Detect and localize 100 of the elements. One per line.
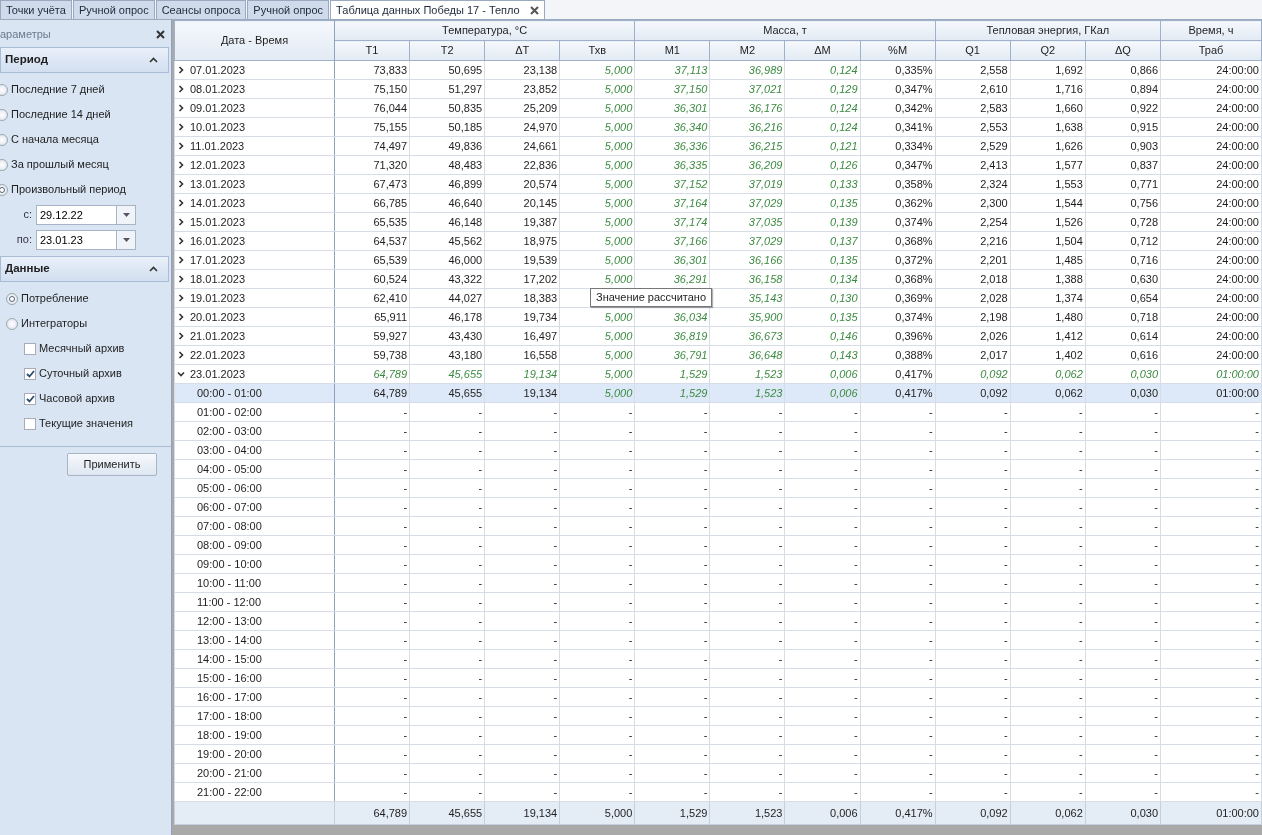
table-row[interactable]: 11:00 - 12:00 - - - - - - - - - - - - bbox=[174, 592, 1262, 612]
option-label[interactable]: Часовой архив bbox=[39, 390, 115, 407]
table-row[interactable]: 04:00 - 05:00 - - - - - - - - - - - - bbox=[174, 459, 1262, 479]
option-label[interactable]: Текущие значения bbox=[39, 415, 134, 432]
close-icon[interactable] bbox=[529, 5, 539, 15]
tab[interactable]: Таблица данных Победы 17 - Тепло bbox=[330, 0, 545, 19]
chevron-right-icon[interactable] bbox=[177, 66, 185, 74]
table-row[interactable]: 19:00 - 20:00 - - - - - - - - - - - - bbox=[174, 744, 1262, 764]
date-field[interactable]: 29.12.22 bbox=[36, 204, 116, 225]
table-row[interactable]: 13.01.2023 67,473 46,899 20,574 5,000 37,152 37,019 0,133 0,358% 2,324 1,553 0,771 24:00:00 bbox=[174, 174, 1262, 194]
table-row[interactable]: 06:00 - 07:00 - - - - - - - - - - - - bbox=[174, 497, 1262, 517]
radio-button[interactable] bbox=[6, 317, 18, 330]
option-label[interactable]: Последние 7 дней bbox=[11, 81, 105, 98]
table-row[interactable]: 15:00 - 16:00 - - - - - - - - - - - - bbox=[174, 668, 1262, 688]
table-row[interactable]: 11.01.2023 74,497 49,836 24,661 5,000 36,336 36,215 0,121 0,334% 2,529 1,626 0,903 24:00:00 bbox=[174, 136, 1262, 156]
chevron-right-icon[interactable] bbox=[177, 104, 185, 112]
table-row[interactable]: 18:00 - 19:00 - - - - - - - - - - - - bbox=[174, 725, 1262, 745]
chevron-right-icon[interactable] bbox=[177, 161, 185, 169]
table-cell: - bbox=[703, 633, 708, 646]
chevron-right-icon[interactable] bbox=[177, 256, 185, 264]
table-row[interactable]: 14:00 - 15:00 - - - - - - - - - - - - bbox=[174, 649, 1262, 669]
apply-button[interactable]: Применить bbox=[67, 453, 157, 476]
radio-button[interactable] bbox=[6, 292, 18, 305]
chevron-down-icon[interactable] bbox=[177, 370, 185, 378]
option-label[interactable]: За прошлый месяц bbox=[11, 156, 109, 173]
date-field[interactable]: 23.01.23 bbox=[36, 229, 116, 250]
table-cell: - bbox=[478, 766, 483, 779]
option-label[interactable]: Произвольный период bbox=[11, 181, 126, 198]
table-row[interactable]: 23.01.2023 64,789 45,655 19,134 5,000 1,529 1,523 0,006 0,417% 0,092 0,062 0,030 01:00:00 bbox=[174, 364, 1262, 384]
chevron-right-icon[interactable] bbox=[177, 218, 185, 226]
table-cell: - bbox=[853, 538, 858, 551]
table-row[interactable]: 07:00 - 08:00 - - - - - - - - - - - - bbox=[174, 516, 1262, 536]
table-row[interactable]: 10:00 - 11:00 - - - - - - - - - - - - bbox=[174, 573, 1262, 593]
section-header[interactable]: Период bbox=[0, 47, 169, 73]
radio-button[interactable] bbox=[0, 158, 8, 171]
table-row[interactable]: 14.01.2023 66,785 46,640 20,145 5,000 37,164 37,029 0,135 0,362% 2,300 1,544 0,756 24:00:00 bbox=[174, 193, 1262, 213]
table-row[interactable]: 18.01.2023 60,524 43,322 17,202 5,000 36,291 36,158 0,134 0,368% 2,018 1,388 0,630 24:00:00 bbox=[174, 269, 1262, 289]
table-row[interactable]: 15.01.2023 65,535 46,148 19,387 5,000 37,174 37,035 0,139 0,374% 2,254 1,526 0,728 24:00:00 bbox=[174, 212, 1262, 232]
table-row[interactable]: 09.01.2023 76,044 50,835 25,209 5,000 36,301 36,176 0,124 0,342% 2,583 1,660 0,922 24:00:00 bbox=[174, 98, 1262, 118]
dropdown-button[interactable] bbox=[116, 229, 136, 250]
radio-button[interactable] bbox=[0, 183, 8, 196]
table-row[interactable]: 05:00 - 06:00 - - - - - - - - - - - - bbox=[174, 478, 1262, 498]
table-cell: 5,000 bbox=[604, 367, 633, 380]
chevron-right-icon[interactable] bbox=[177, 237, 185, 245]
table-row[interactable]: 08:00 - 09:00 - - - - - - - - - - - - bbox=[174, 535, 1262, 555]
tab[interactable]: Ручной опрос bbox=[72, 0, 155, 19]
column-header[interactable]: Дата - Время bbox=[174, 20, 335, 61]
checkbox[interactable] bbox=[24, 392, 36, 405]
chevron-right-icon[interactable] bbox=[177, 123, 185, 131]
chevron-right-icon[interactable] bbox=[177, 313, 185, 321]
radio-button[interactable] bbox=[0, 133, 8, 146]
table-row[interactable]: 21.01.2023 59,927 43,430 16,497 5,000 36,819 36,673 0,146 0,396% 2,026 1,412 0,614 24:00:00 bbox=[174, 326, 1262, 346]
table-cell: 71,320 bbox=[373, 158, 408, 171]
option-label[interactable]: Интеграторы bbox=[21, 315, 88, 332]
option-label[interactable]: Потребление bbox=[21, 290, 89, 307]
table-row[interactable]: 02:00 - 03:00 - - - - - - - - - - - - bbox=[174, 421, 1262, 441]
chevron-right-icon[interactable] bbox=[177, 180, 185, 188]
chevron-right-icon[interactable] bbox=[177, 275, 185, 283]
option-label[interactable]: Последние 14 дней bbox=[11, 106, 111, 123]
tab[interactable]: Точки учёта bbox=[0, 0, 72, 19]
table-cell: 0,718 bbox=[1130, 310, 1158, 323]
chevron-right-icon[interactable] bbox=[177, 142, 185, 150]
table-row[interactable]: 20:00 - 21:00 - - - - - - - - - - - - bbox=[174, 763, 1262, 783]
table-cell: 0,139 bbox=[830, 215, 858, 228]
chevron-right-icon[interactable] bbox=[177, 294, 185, 302]
table-row[interactable]: 21:00 - 22:00 - - - - - - - - - - - - bbox=[174, 782, 1262, 802]
table-row[interactable]: 22.01.2023 59,738 43,180 16,558 5,000 36,791 36,648 0,143 0,388% 2,017 1,402 0,616 24:00:00 bbox=[174, 345, 1262, 365]
table-row[interactable]: 10.01.2023 75,155 50,185 24,970 5,000 36,340 36,216 0,124 0,341% 2,553 1,638 0,915 24:00:00 bbox=[174, 117, 1262, 137]
radio-button[interactable] bbox=[0, 83, 8, 96]
checkbox[interactable] bbox=[24, 367, 36, 380]
option-label[interactable]: С начала месяца bbox=[11, 131, 99, 148]
table-row[interactable]: 16.01.2023 64,537 45,562 18,975 5,000 37,166 37,029 0,137 0,368% 2,216 1,504 0,712 24:00:00 bbox=[174, 231, 1262, 251]
chevron-right-icon[interactable] bbox=[177, 332, 185, 340]
close-icon[interactable] bbox=[156, 29, 165, 39]
table-row[interactable]: 03:00 - 04:00 - - - - - - - - - - - - bbox=[174, 440, 1262, 460]
radio-button[interactable] bbox=[0, 108, 8, 121]
table-row[interactable]: 20.01.2023 65,911 46,178 19,734 5,000 36,034 35,900 0,135 0,374% 2,198 1,480 0,718 24:00:00 bbox=[174, 307, 1262, 327]
table-row[interactable]: 12.01.2023 71,320 48,483 22,836 5,000 36,335 36,209 0,126 0,347% 2,413 1,577 0,837 24:00:00 bbox=[174, 155, 1262, 175]
checkbox[interactable] bbox=[24, 417, 36, 430]
table-row[interactable]: 13:00 - 14:00 - - - - - - - - - - - - bbox=[174, 630, 1262, 650]
table-row[interactable]: 12:00 - 13:00 - - - - - - - - - - - - bbox=[174, 611, 1262, 631]
table-row[interactable]: 17:00 - 18:00 - - - - - - - - - - - - bbox=[174, 706, 1262, 726]
table-row[interactable]: 08.01.2023 75,150 51,297 23,852 5,000 37,150 37,021 0,129 0,347% 2,610 1,716 0,894 24:00:00 bbox=[174, 79, 1262, 99]
checkbox[interactable] bbox=[24, 342, 36, 355]
chevron-right-icon[interactable] bbox=[177, 351, 185, 359]
table-row[interactable]: 16:00 - 17:00 - - - - - - - - - - - - bbox=[174, 687, 1262, 707]
table-cell: - bbox=[403, 500, 408, 513]
section-header[interactable]: Данные bbox=[0, 256, 169, 282]
table-row[interactable]: 07.01.2023 73,833 50,695 23,138 5,000 37,113 36,989 0,124 0,335% 2,558 1,692 0,866 24:00:00 bbox=[174, 60, 1262, 80]
table-row[interactable]: 17.01.2023 65,539 46,000 19,539 5,000 36,301 36,166 0,135 0,372% 2,201 1,485 0,716 24:00:00 bbox=[174, 250, 1262, 270]
option-label[interactable]: Месячный архив bbox=[39, 340, 125, 357]
dropdown-button[interactable] bbox=[116, 204, 136, 225]
chevron-right-icon[interactable] bbox=[177, 85, 185, 93]
table-row[interactable]: 09:00 - 10:00 - - - - - - - - - - - - bbox=[174, 554, 1262, 574]
chevron-right-icon[interactable] bbox=[177, 199, 185, 207]
table-row[interactable]: 00:00 - 01:00 64,789 45,655 19,134 5,000 1,529 1,523 0,006 0,417% 0,092 0,062 0,030 01:00:00 bbox=[174, 383, 1262, 403]
option-label[interactable]: Суточный архив bbox=[39, 365, 122, 382]
tab[interactable]: Сеансы опроса bbox=[155, 0, 247, 19]
tab[interactable]: Ручной опрос bbox=[247, 0, 330, 19]
table-row[interactable]: 01:00 - 02:00 - - - - - - - - - - - - bbox=[174, 402, 1262, 422]
